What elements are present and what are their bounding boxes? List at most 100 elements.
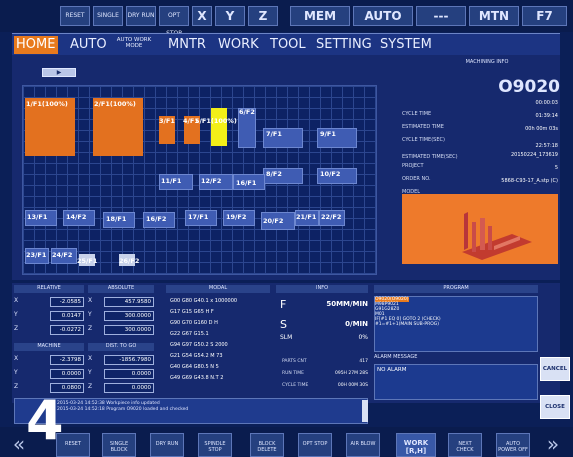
blank-mode-button[interactable]: --- xyxy=(416,6,466,26)
opt-stop-button[interactable]: OPT STOP xyxy=(298,433,332,457)
mem-mode-button[interactable]: MEM xyxy=(290,6,350,26)
info-title: INFO xyxy=(276,285,368,293)
play-button[interactable]: ▶ xyxy=(42,68,76,77)
load-label: SLM xyxy=(280,334,293,341)
tab-setting[interactable]: SETTING xyxy=(314,36,378,54)
info-row: CYCLE TIME 00:00:03 xyxy=(402,100,558,117)
auto-power-off-button[interactable]: AUTO POWER OFF xyxy=(496,433,530,457)
f7-button[interactable]: F7 xyxy=(522,6,567,26)
cell-label-5: 5/F1(100%) xyxy=(195,117,237,125)
modal-row: G21 G54 G54.2 M 73 xyxy=(170,353,223,359)
axis-x-button[interactable]: X xyxy=(192,6,212,26)
cell-label-13: 13/F1 xyxy=(27,213,48,221)
tab-home[interactable]: HOME xyxy=(14,36,58,54)
modal-row: G90 G70 G160 D H xyxy=(170,320,218,326)
cell-label-21: 21/F1 xyxy=(296,213,317,221)
cell-label-22: 22/F2 xyxy=(321,213,342,221)
info-value: 5 xyxy=(554,165,558,171)
absolute-y-value: 300.0000 xyxy=(104,311,154,321)
part-preview xyxy=(402,194,558,264)
cell-label-7: 7/F1 xyxy=(266,130,282,138)
program-listing[interactable]: O9020(O9020) M98P9021 G91G28Z0 M01 IF[#1… xyxy=(374,296,538,352)
program-line: #1=#1+1(MAIN SUB-PROG) xyxy=(375,322,439,327)
cell-label-10: 10/F2 xyxy=(320,170,341,178)
axis-label-z: Z xyxy=(14,383,19,390)
modal-row: G40 G64 G80.5 N 5 xyxy=(170,364,219,370)
work-button[interactable]: WORK [R,H] xyxy=(396,433,436,457)
parts-count-label: PARTS CNT xyxy=(282,359,307,364)
close-button[interactable]: CLOSE xyxy=(540,395,570,419)
opt-stop-top-button[interactable]: OPT STOP xyxy=(159,6,189,37)
absolute-z-value: 300.0000 xyxy=(104,325,154,335)
spindle-stop-button[interactable]: SPINDLE STOP xyxy=(198,433,232,457)
tab-tool[interactable]: TOOL xyxy=(268,36,314,54)
tab-auto[interactable]: AUTO xyxy=(68,36,110,54)
machine-title: MACHINE xyxy=(14,343,84,351)
modal-row: G22 G67 G15.1 xyxy=(170,331,209,337)
reset-top-button[interactable]: RESET xyxy=(60,6,90,26)
next-page-icon[interactable]: » xyxy=(541,433,565,457)
dry-run-top-button[interactable]: DRY RUN xyxy=(126,6,156,26)
modal-row: G17 G15 G65 H F xyxy=(170,309,214,315)
single-block-button[interactable]: SINGLE BLOCK xyxy=(102,433,136,457)
info-value: 00:00:03 xyxy=(535,100,558,106)
axis-label-z: Z xyxy=(14,325,19,332)
single-top-button[interactable]: SINGLE xyxy=(93,6,123,26)
spindle-label: S xyxy=(280,318,287,331)
tab-system[interactable]: SYSTEM xyxy=(378,36,442,54)
absolute-x-value: 457.9580 xyxy=(104,297,154,307)
program-number: O9020 xyxy=(498,77,560,97)
message-log[interactable]: 2015-03-24 14:52:38 Workpiece info updat… xyxy=(14,398,368,424)
feed-label: F xyxy=(280,298,287,311)
axis-z-button[interactable]: Z xyxy=(248,6,278,26)
next-check-button[interactable]: NEXT CHECK xyxy=(448,433,482,457)
run-time-label: RUN TIME xyxy=(282,371,305,376)
info-row: CYCLE TIME(SEC) 00h 00m 03s xyxy=(402,126,558,143)
dry-run-button[interactable]: DRY RUN xyxy=(150,433,184,457)
cell-label-20: 20/F2 xyxy=(263,217,284,225)
cell-label-12: 12/F2 xyxy=(201,177,222,185)
info-row: ESTIMATED TIME 01:39:14 xyxy=(402,113,558,130)
program-title: PROGRAM xyxy=(374,285,538,293)
cell-label-19: 19/F2 xyxy=(226,213,247,221)
tab-auto-work-mode[interactable]: AUTO WORK MODE xyxy=(110,37,158,55)
load-value: 0% xyxy=(358,334,368,341)
run-time-value: 095H 27M 28S xyxy=(334,371,368,376)
dist-y-value: 0.0000 xyxy=(104,369,154,379)
info-row: MODEL 5868-C93-17_A.stp (C) xyxy=(402,178,558,195)
message-scrollbar[interactable] xyxy=(362,400,368,422)
axis-label-x: X xyxy=(14,355,19,362)
block-delete-button[interactable]: BLOCK DELETE xyxy=(250,433,284,457)
machining-info-title: MACHINING INFO xyxy=(465,59,509,65)
cell-label-2: 2/F1(100%) xyxy=(94,100,136,108)
axis-label-z: Z xyxy=(88,325,93,332)
info-value: 00h 00m 03s xyxy=(525,126,558,132)
cell-label-25: 25/F1 xyxy=(77,257,98,265)
feed-value: 50MM/MIN xyxy=(326,300,368,308)
tab-work[interactable]: WORK xyxy=(216,36,264,54)
machine-y-value: 0.0000 xyxy=(50,369,84,379)
axis-label-y: Y xyxy=(88,311,92,318)
mtn-button[interactable]: MTN xyxy=(469,6,519,26)
axis-y-button[interactable]: Y xyxy=(215,6,245,26)
work-block-5[interactable] xyxy=(211,108,227,146)
auto-mode-button[interactable]: AUTO xyxy=(353,6,413,26)
cancel-button[interactable]: CANCEL xyxy=(540,357,570,381)
cell-label-23: 23/F1 xyxy=(26,251,47,259)
step-number: 4 xyxy=(26,389,64,452)
tab-mntr[interactable]: MNTR xyxy=(166,36,216,54)
info-row: PROJECT 20150224_173619 xyxy=(402,152,558,169)
machining-info-list: CYCLE TIME 00:00:03 ESTIMATED TIME 01:39:1… xyxy=(402,100,558,195)
modal-row: G00 G80 G40.1 x 1000000 xyxy=(170,298,238,304)
air-blow-button[interactable]: AIR BLOW xyxy=(346,433,380,457)
cell-label-26: 26/F2 xyxy=(119,257,140,265)
info-row: ESTIMATED TIME(SEC) 22:57:18 xyxy=(402,143,558,160)
cycle-time-value: 00H 00M 30S xyxy=(337,383,368,388)
message-line: 2015-03-24 14:52:38 Workpiece info updat… xyxy=(57,401,160,406)
info-value: 22:57:18 xyxy=(535,143,558,149)
modal-row: G49 G69 G43.8 N.T 2 xyxy=(170,375,224,381)
relative-z-value: -0.0272 xyxy=(50,325,84,335)
machine-x-value: -2.3798 xyxy=(50,355,84,365)
parts-count-value: 417 xyxy=(359,359,368,364)
relative-y-value: 0.0147 xyxy=(50,311,84,321)
